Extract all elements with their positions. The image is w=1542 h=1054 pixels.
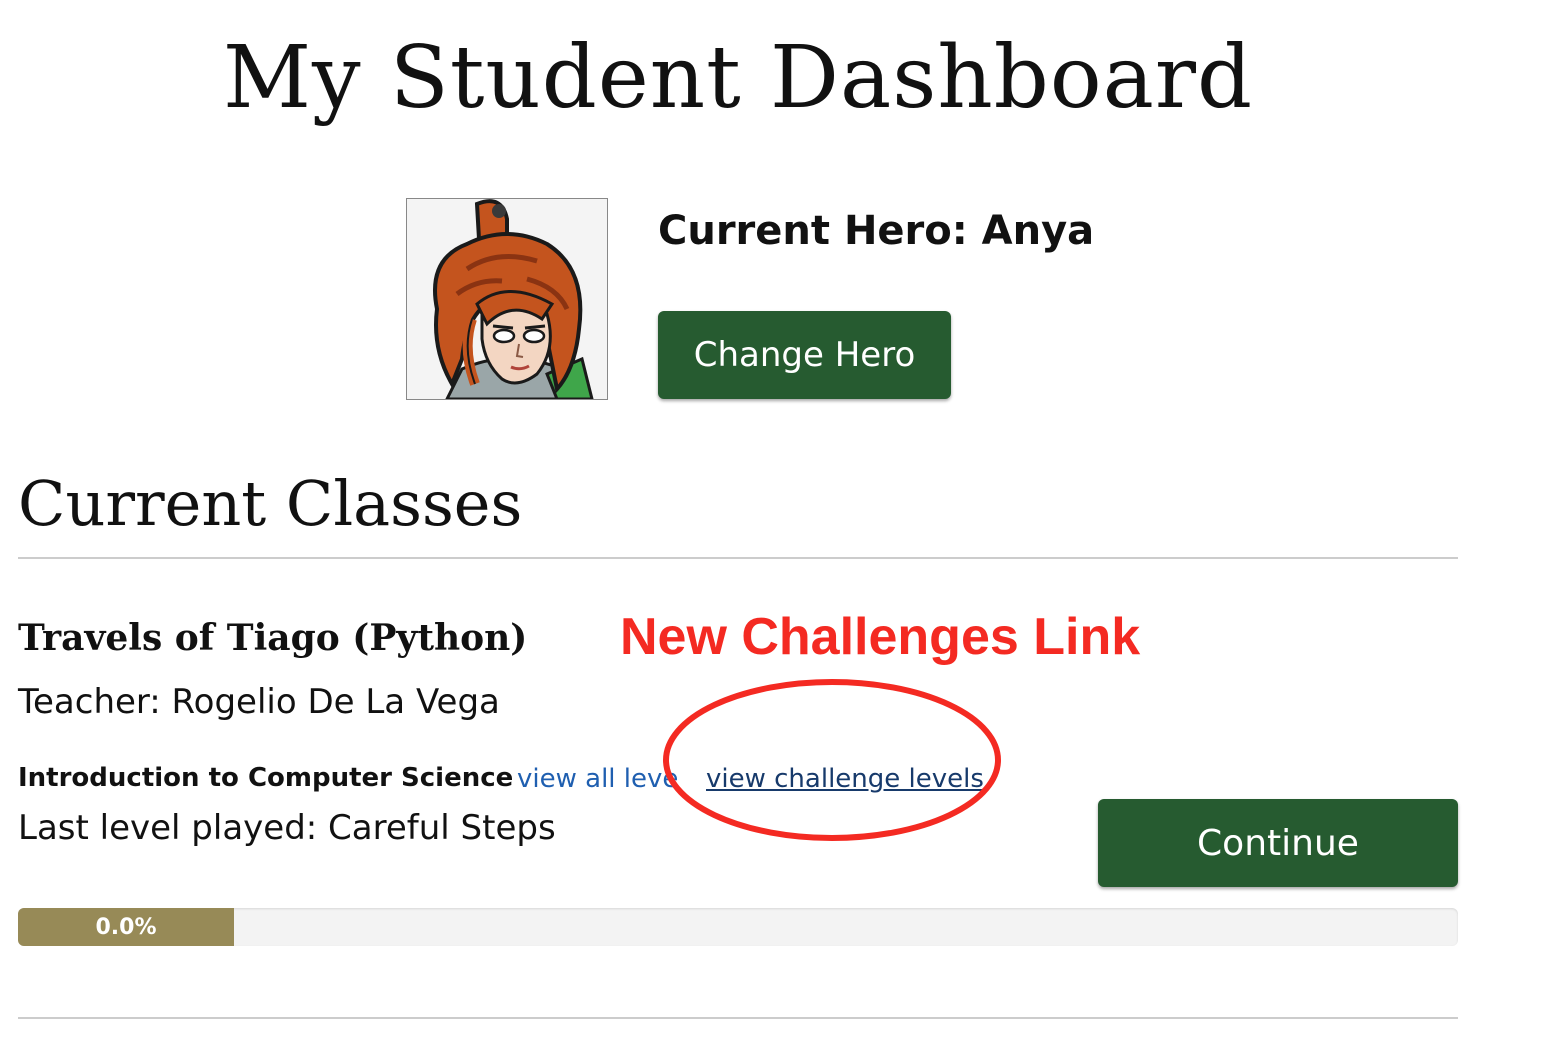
annotation-label: New Challenges Link xyxy=(620,608,1141,666)
continue-button[interactable]: Continue xyxy=(1098,799,1458,887)
view-all-levels-link[interactable]: view all levels xyxy=(517,761,679,797)
section-divider-bottom xyxy=(18,1017,1458,1019)
hero-anya-avatar-icon xyxy=(407,199,607,399)
hero-portrait-image xyxy=(406,198,608,400)
progress-bar-fill: 0.0% xyxy=(18,908,234,946)
last-level-played: Last level played: Careful Steps xyxy=(18,808,556,848)
current-classes-heading: Current Classes xyxy=(18,467,523,540)
current-hero-label: Current Hero: Anya xyxy=(658,208,1095,254)
change-hero-button[interactable]: Change Hero xyxy=(658,311,951,399)
page-title: My Student Dashboard xyxy=(222,28,1254,128)
progress-label: 0.0% xyxy=(95,914,157,940)
view-challenge-levels-link[interactable]: view challenge levels xyxy=(706,761,984,797)
course-name: Introduction to Computer Science xyxy=(18,763,514,793)
class-name: Travels of Tiago (Python) xyxy=(18,617,528,659)
teacher-name: Teacher: Rogelio De La Vega xyxy=(18,682,500,722)
section-divider xyxy=(18,557,1458,559)
progress-bar: 0.0% xyxy=(18,908,1458,946)
